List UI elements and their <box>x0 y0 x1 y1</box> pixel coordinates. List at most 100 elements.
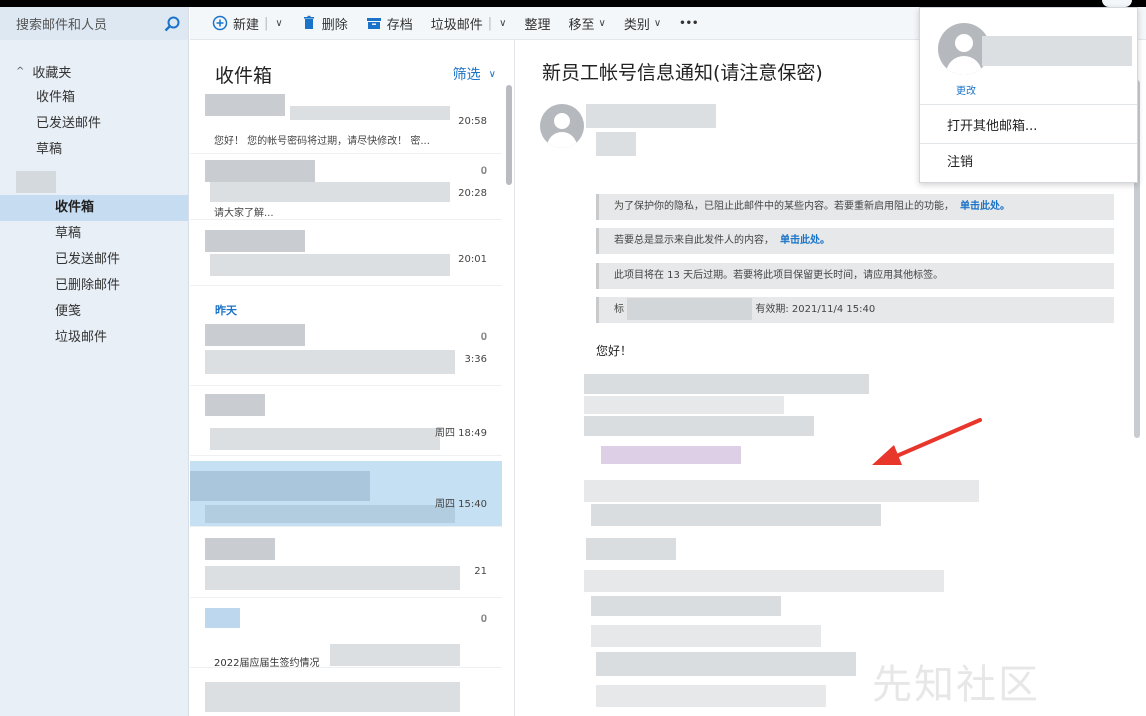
folder-deleted[interactable]: 已删除邮件 <box>0 273 188 299</box>
message-time: 21 <box>474 566 487 577</box>
filter-label: 筛选 <box>452 67 481 83</box>
delete-button[interactable]: 删除 <box>301 14 348 33</box>
archive-button[interactable]: 存档 <box>366 14 413 33</box>
window-top-bar <box>0 0 1146 7</box>
junk-button[interactable]: 垃圾邮件 | ∨ <box>431 14 507 33</box>
sender-redacted <box>205 538 275 560</box>
notice-text: 若要总是显示来自此发件人的内容， <box>614 235 774 246</box>
message-list-scrollbar[interactable] <box>506 85 512 185</box>
message-title: 新员工帐号信息通知(请注意保密) <box>542 62 823 84</box>
subject-redacted <box>205 505 455 523</box>
body-redacted <box>596 652 856 676</box>
body-redacted <box>584 396 784 414</box>
body-redacted <box>591 625 821 647</box>
folder-drafts[interactable]: 草稿 <box>0 221 188 247</box>
sender-redacted <box>205 94 285 116</box>
change-photo-link[interactable]: 更改 <box>956 82 976 97</box>
message-greeting: 您好！ <box>596 344 633 358</box>
chevron-down-icon[interactable]: ∨ <box>275 18 282 29</box>
sender-redacted <box>190 471 370 501</box>
sender-redacted <box>205 394 265 416</box>
subject-redacted <box>290 106 450 120</box>
folder-title: 收件箱 <box>215 64 273 87</box>
notice-text-end: 有效期: 2021/11/4 15:40 <box>755 304 876 315</box>
message-time: 20:58 <box>458 116 487 127</box>
notice-trust-sender: 若要总是显示来自此发件人的内容， 单击此处。 <box>596 228 1114 254</box>
open-other-mailbox[interactable]: 打开其他邮箱... <box>947 115 1037 134</box>
body-redacted <box>584 570 944 592</box>
search-box[interactable]: 搜索邮件和人员 <box>0 7 188 40</box>
search-input[interactable]: 搜索邮件和人员 <box>16 14 107 33</box>
sign-out[interactable]: 注销 <box>947 151 973 170</box>
trash-icon <box>301 15 317 31</box>
message-preview: 您好！ 您的帐号密码将过期，请尽快修改！ 密... <box>214 136 430 147</box>
sender-redacted <box>205 230 305 252</box>
list-item[interactable]: 20:01 <box>190 220 502 286</box>
subject-redacted <box>210 182 450 202</box>
sender-avatar-icon <box>540 104 584 148</box>
message-time: 20:01 <box>458 254 487 265</box>
folder-junk[interactable]: 垃圾邮件 <box>0 325 188 351</box>
message-time: 20:28 <box>458 188 487 199</box>
account-folder-header[interactable] <box>0 169 188 195</box>
list-item[interactable]: 𝟎 20:28 请大家了解... <box>190 154 502 220</box>
list-item[interactable]: 𝟎 2022届应届生签约情况 <box>190 602 502 669</box>
list-item-selected[interactable]: 周四 15:40 <box>190 461 502 527</box>
body-redacted <box>584 374 869 394</box>
notice-retention: 标 有效期: 2021/11/4 15:40 <box>596 297 1114 323</box>
new-label: 新建 <box>233 17 260 33</box>
favorites-header[interactable]: ^ 收藏夹 <box>0 40 188 81</box>
favorite-drafts[interactable]: 草稿 <box>0 137 188 163</box>
notice-text-start: 标 <box>614 304 624 315</box>
subject-redacted <box>330 644 460 666</box>
notice-link[interactable]: 单击此处。 <box>960 201 1010 212</box>
list-item[interactable] <box>190 672 502 716</box>
notice-text: 为了保护你的隐私，已阻止此邮件中的某些内容。若要重新启用阻止的功能， <box>614 201 954 212</box>
message-time: 周四 18:49 <box>435 428 487 439</box>
body-redacted <box>591 504 881 526</box>
chevron-up-icon[interactable]: ^ <box>16 66 24 77</box>
body-redacted <box>584 480 979 502</box>
category-button[interactable]: 类别 ∨ <box>624 14 661 33</box>
favorites-section: ^ 收藏夹 收件箱 已发送邮件 草稿 <box>0 40 188 163</box>
attachment-icon: 𝟎 <box>480 164 487 177</box>
move-button[interactable]: 移至 ∨ <box>569 14 606 33</box>
subject-redacted <box>205 682 460 712</box>
folder-sent[interactable]: 已发送邮件 <box>0 247 188 273</box>
more-button[interactable]: ••• <box>679 18 698 29</box>
list-item[interactable]: 𝟎 3:36 <box>190 320 502 386</box>
list-item[interactable]: 20:58 您好！ 您的帐号密码将过期，请尽快修改！ 密... <box>190 88 502 154</box>
junk-label: 垃圾邮件 <box>430 17 483 33</box>
body-redacted <box>596 685 826 707</box>
list-item[interactable]: 21 <box>190 532 502 598</box>
category-label: 类别 <box>623 17 650 33</box>
body-redacted <box>586 538 676 560</box>
sweep-label: 整理 <box>524 17 551 33</box>
notice-text: 此项目将在 13 天后过期。若要将此项目保留更长时间，请应用其他标签。 <box>614 270 944 281</box>
favorite-inbox[interactable]: 收件箱 <box>0 85 188 111</box>
account-avatar-tab[interactable] <box>1102 0 1132 7</box>
sender-redacted <box>205 160 315 182</box>
notice-link[interactable]: 单击此处。 <box>780 235 830 246</box>
new-button[interactable]: 新建 | ∨ <box>212 14 283 33</box>
account-popup: 更改 打开其他邮箱... 注销 <box>919 7 1138 183</box>
chevron-down-icon[interactable]: ∨ <box>499 18 506 29</box>
subject-redacted <box>210 254 450 276</box>
chevron-down-icon: ∨ <box>488 68 496 80</box>
message-subject: 2022届应届生签约情况 <box>214 658 320 669</box>
folder-notes[interactable]: 便笺 <box>0 299 188 325</box>
folder-inbox[interactable]: 收件箱 <box>0 195 188 221</box>
folder-list: 收件箱 草稿 已发送邮件 已删除邮件 便笺 垃圾邮件 <box>0 195 188 351</box>
filter-button[interactable]: 筛选 ∨ <box>453 64 496 84</box>
body-redacted <box>591 596 781 616</box>
watermark: 先知社区 <box>872 662 1040 708</box>
search-icon[interactable] <box>164 16 180 32</box>
archive-label: 存档 <box>386 17 413 33</box>
group-label-yesterday: 昨天 <box>215 304 237 317</box>
message-time: 3:36 <box>464 354 487 365</box>
sweep-button[interactable]: 整理 <box>525 14 551 33</box>
account-name-redacted <box>16 170 56 193</box>
sender-redacted <box>205 324 305 346</box>
list-item[interactable]: 周四 18:49 <box>190 390 502 456</box>
favorite-sent[interactable]: 已发送邮件 <box>0 111 188 137</box>
